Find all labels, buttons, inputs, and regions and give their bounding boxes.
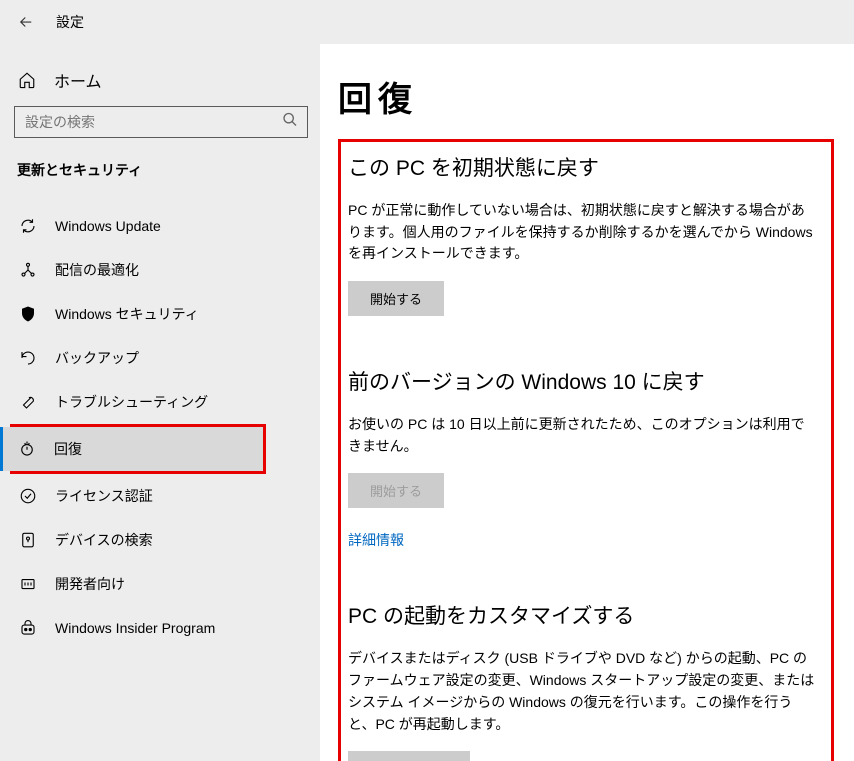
reset-start-button[interactable]: 開始する <box>348 281 444 316</box>
sidebar-item-label: Windows セキュリティ <box>55 304 199 324</box>
rollback-details-link[interactable]: 詳細情報 <box>348 530 404 550</box>
sidebar-item-label: バックアップ <box>55 348 139 368</box>
highlight-box-sidebar: 回復 <box>10 424 266 474</box>
sidebar-item-label: 開発者向け <box>55 574 125 594</box>
sidebar-item-windows-update[interactable]: Windows Update <box>0 204 310 248</box>
home-icon <box>17 70 37 90</box>
sidebar-home-row[interactable]: ホーム <box>14 58 310 106</box>
sidebar-item-label: ライセンス認証 <box>55 486 153 506</box>
developer-icon <box>18 574 38 594</box>
sidebar-item-delivery[interactable]: 配信の最適化 <box>0 248 310 292</box>
rollback-section-title: 前のバージョンの Windows 10 に戻す <box>348 366 817 396</box>
location-icon <box>18 530 38 550</box>
sidebar-category: 更新とセキュリティ <box>14 160 310 180</box>
sidebar-item-label: Windows Update <box>55 218 161 234</box>
wrench-icon <box>18 392 38 412</box>
sidebar-item-activation[interactable]: ライセンス認証 <box>0 474 310 518</box>
sidebar-item-backup[interactable]: バックアップ <box>0 336 310 380</box>
sidebar-item-insider[interactable]: Windows Insider Program <box>0 606 310 650</box>
sidebar-item-recovery[interactable]: 回復 <box>0 427 263 471</box>
backup-icon <box>18 348 38 368</box>
network-icon <box>18 260 38 280</box>
sidebar-item-developers[interactable]: 開発者向け <box>0 562 310 606</box>
insider-icon <box>18 618 38 638</box>
startup-section-body: デバイスまたはディスク (USB ドライブや DVD など) からの起動、PC … <box>348 648 817 735</box>
sidebar-item-label: デバイスの検索 <box>55 530 153 550</box>
restart-now-button[interactable]: 今すぐ再起動 <box>348 751 470 761</box>
sidebar-item-label: Windows Insider Program <box>55 620 215 636</box>
sidebar-item-label: 配信の最適化 <box>55 260 139 280</box>
sidebar-item-label: 回復 <box>54 439 82 459</box>
back-arrow-icon[interactable] <box>16 12 36 32</box>
rollback-start-button: 開始する <box>348 473 444 508</box>
search-input[interactable] <box>14 106 308 138</box>
highlight-box-main: この PC を初期状態に戻す PC が正常に動作していない場合は、初期状態に戻す… <box>338 139 834 761</box>
rollback-section-body: お使いの PC は 10 日以上前に更新されたため、このオプションは利用できませ… <box>348 414 817 457</box>
search-icon <box>282 112 298 133</box>
shield-icon <box>18 304 38 324</box>
sync-icon <box>18 216 38 236</box>
recovery-icon <box>17 439 37 459</box>
sidebar-item-find-device[interactable]: デバイスの検索 <box>0 518 310 562</box>
sidebar-item-label: トラブルシューティング <box>55 392 208 412</box>
page-title: 回復 <box>338 72 834 121</box>
sidebar-item-troubleshoot[interactable]: トラブルシューティング <box>0 380 310 424</box>
sidebar-item-security[interactable]: Windows セキュリティ <box>0 292 310 336</box>
reset-section-title: この PC を初期状態に戻す <box>348 152 817 182</box>
reset-section-body: PC が正常に動作していない場合は、初期状態に戻すと解決する場合があります。個人… <box>348 200 817 265</box>
check-circle-icon <box>18 486 38 506</box>
home-label: ホーム <box>54 68 102 92</box>
window-title: 設定 <box>56 12 84 32</box>
startup-section-title: PC の起動をカスタマイズする <box>348 600 817 630</box>
